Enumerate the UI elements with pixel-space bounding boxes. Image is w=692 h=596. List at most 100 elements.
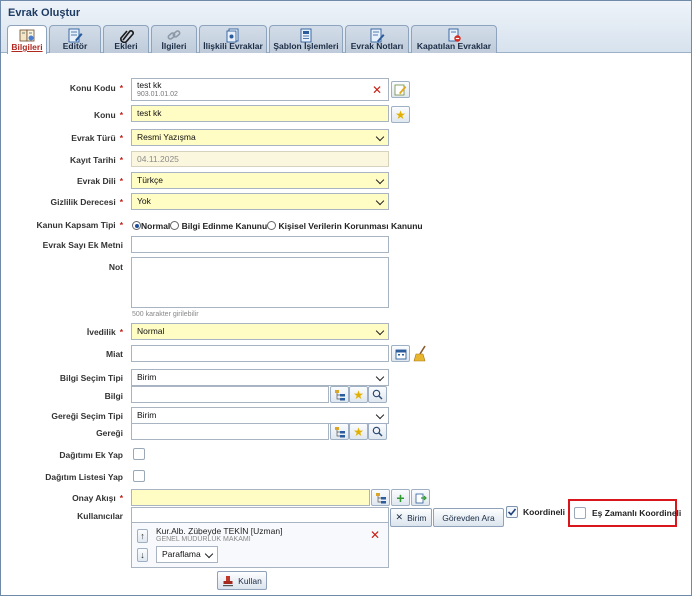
geregi-secim-tipi-label: Gereği Seçim Tipi bbox=[51, 411, 123, 421]
tree-list-icon bbox=[375, 492, 386, 503]
miat-label: Miat bbox=[106, 349, 123, 359]
star-icon: ★ bbox=[353, 424, 364, 439]
radio-normal-label: Normal bbox=[141, 221, 171, 231]
radio-bilgi-edinme[interactable] bbox=[170, 221, 180, 230]
radio-kvkk-label: Kişisel Verilerin Korunması Kanunu bbox=[278, 221, 423, 231]
stamp-icon bbox=[223, 575, 234, 586]
tab-evrak-notlari[interactable]: Evrak Notları bbox=[345, 25, 409, 53]
broom-clear-button[interactable] bbox=[412, 344, 430, 362]
evrak-dili-label: Evrak Dili * bbox=[76, 176, 123, 186]
close-icon: ✕ bbox=[395, 512, 404, 522]
konu-kodu-field[interactable]: test kk 903.01.01.02 ✕ bbox=[131, 78, 389, 101]
radio-normal[interactable] bbox=[132, 221, 141, 230]
geregi-secim-tipi-select[interactable]: Birim bbox=[131, 407, 389, 424]
konu-kodu-edit-button[interactable] bbox=[391, 81, 410, 98]
tab-ekleri[interactable]: Ekleri bbox=[103, 25, 149, 53]
tab-label: İlişkili Evraklar bbox=[203, 41, 263, 51]
bilgi-secim-tipi-label: Bilgi Seçim Tipi bbox=[59, 373, 123, 383]
koordineli-label: Koordineli bbox=[523, 507, 566, 517]
arrow-up-icon: ↑ bbox=[140, 531, 145, 541]
evrak-turu-label: Evrak Türü * bbox=[71, 133, 123, 143]
tab-label: Kapatılan Evraklar bbox=[416, 41, 492, 51]
bilgi-input[interactable] bbox=[131, 386, 329, 403]
tab-iliskili-evraklar[interactable]: İlişkili Evraklar bbox=[199, 25, 267, 53]
kullan-button-label: Kullan bbox=[238, 575, 262, 586]
tab-label: Editör bbox=[62, 41, 88, 51]
miat-input[interactable] bbox=[131, 345, 389, 362]
kayit-tarihi-label: Kayıt Tarihi * bbox=[70, 155, 123, 165]
es-zamanli-koordineli-checkbox[interactable] bbox=[574, 507, 586, 519]
tab-kapatilan-evraklar[interactable]: Kapatılan Evraklar bbox=[411, 25, 497, 53]
bilgi-tree-button[interactable] bbox=[330, 386, 349, 403]
calendar-icon bbox=[395, 349, 406, 359]
evrak-turu-select[interactable]: Resmi Yazışma bbox=[131, 129, 389, 146]
gizlilik-select[interactable]: Yok bbox=[131, 193, 389, 210]
not-label: Not bbox=[108, 262, 123, 272]
dagitim-listesi-yap-checkbox[interactable] bbox=[133, 470, 145, 482]
onay-akisi-label: Onay Akışı * bbox=[72, 493, 123, 503]
kanun-kapsam-radio-group: Normal Bilgi Edinme Kanunu Kişisel Veril… bbox=[132, 221, 423, 231]
not-textarea[interactable] bbox=[131, 257, 389, 308]
gorevden-ara-button-label: Görevden Ara bbox=[442, 512, 495, 523]
kullanicilar-label: Kullanıcılar bbox=[77, 511, 123, 521]
selected-user-action-select[interactable]: Paraflama bbox=[156, 546, 218, 563]
dagitimi-ek-yap-checkbox[interactable] bbox=[133, 448, 145, 460]
not-char-hint: 500 karakter girilebilir bbox=[132, 311, 199, 318]
koordineli-checkbox[interactable] bbox=[506, 506, 518, 518]
tab-label: İlgileri bbox=[161, 41, 187, 51]
dagitim-listesi-yap-label: Dağıtım Listesi Yap bbox=[45, 472, 123, 482]
bilgi-favorite-button[interactable]: ★ bbox=[349, 386, 368, 403]
tab-editor[interactable]: Editör bbox=[49, 25, 101, 53]
geregi-favorite-button[interactable]: ★ bbox=[349, 423, 368, 440]
konu-favorite-button[interactable]: ★ bbox=[391, 106, 410, 123]
onay-akisi-import-button[interactable] bbox=[411, 489, 430, 506]
selected-user-name: Kur.Alb. Zübeyde TEKİN [Uzman] bbox=[156, 526, 283, 536]
tab-label: Evrak Notları bbox=[350, 41, 404, 51]
edit-note-icon bbox=[394, 84, 407, 95]
tab-sablon-islemleri[interactable]: Şablon İşlemleri bbox=[269, 25, 343, 53]
tab-label: Ekleri bbox=[114, 41, 138, 51]
tree-list-icon bbox=[334, 426, 345, 437]
konu-kodu-code: 903.01.01.02 bbox=[137, 91, 178, 98]
document-book-icon bbox=[19, 29, 35, 42]
birim-button[interactable]: ✕ Birim bbox=[390, 508, 432, 527]
move-up-button[interactable]: ↑ bbox=[137, 529, 148, 543]
geregi-tree-button[interactable] bbox=[330, 423, 349, 440]
tab-bilgileri[interactable]: Bilgileri bbox=[7, 25, 47, 54]
tab-label: Şablon İşlemleri bbox=[273, 41, 339, 51]
selected-user-row: ↑ ↓ Kur.Alb. Zübeyde TEKİN [Uzman] GENEL… bbox=[132, 523, 388, 567]
konu-kodu-value: test kk bbox=[137, 80, 162, 90]
es-zamanli-koordineli-label: Eş Zamanlı Koordineli bbox=[592, 508, 682, 518]
ivedilik-label: İvedilik * bbox=[86, 327, 123, 337]
bilgi-secim-tipi-select[interactable]: Birim bbox=[131, 369, 389, 386]
konu-label: Konu * bbox=[93, 110, 123, 120]
konu-kodu-label: Konu Kodu * bbox=[69, 83, 123, 93]
window-titlebar: Evrak Oluştur Bilgileri Editör Ekleri İl… bbox=[1, 1, 691, 54]
onay-akisi-input[interactable] bbox=[131, 489, 370, 506]
gorevden-ara-button[interactable]: Görevden Ara bbox=[433, 508, 504, 527]
bilgi-search-button[interactable] bbox=[368, 386, 387, 403]
evrak-dili-select[interactable]: Türkçe bbox=[131, 172, 389, 189]
window-title: Evrak Oluştur bbox=[8, 7, 81, 19]
clear-x-icon[interactable]: ✕ bbox=[372, 84, 382, 96]
search-icon bbox=[372, 426, 383, 437]
geregi-search-button[interactable] bbox=[368, 423, 387, 440]
konu-input[interactable]: test kk bbox=[131, 105, 389, 122]
calendar-button[interactable] bbox=[391, 345, 410, 362]
move-down-button[interactable]: ↓ bbox=[137, 548, 148, 562]
tab-ilgileri[interactable]: İlgileri bbox=[151, 25, 197, 53]
star-icon: ★ bbox=[395, 107, 406, 122]
search-icon bbox=[372, 389, 383, 400]
selected-users-list: ↑ ↓ Kur.Alb. Zübeyde TEKİN [Uzman] GENEL… bbox=[131, 522, 389, 568]
kullan-button[interactable]: Kullan bbox=[217, 571, 267, 590]
onay-akisi-tree-button[interactable] bbox=[371, 489, 390, 506]
onay-akisi-add-button[interactable]: + bbox=[391, 489, 410, 506]
remove-user-x-icon[interactable]: ✕ bbox=[370, 529, 380, 541]
geregi-input[interactable] bbox=[131, 423, 329, 440]
ivedilik-select[interactable]: Normal bbox=[131, 323, 389, 340]
tree-list-icon bbox=[334, 389, 345, 400]
evrak-sayi-ek-input[interactable] bbox=[131, 236, 389, 253]
dagitimi-ek-yap-label: Dağıtımı Ek Yap bbox=[59, 450, 123, 460]
radio-kvkk[interactable] bbox=[267, 221, 277, 230]
plus-icon: + bbox=[396, 489, 405, 506]
